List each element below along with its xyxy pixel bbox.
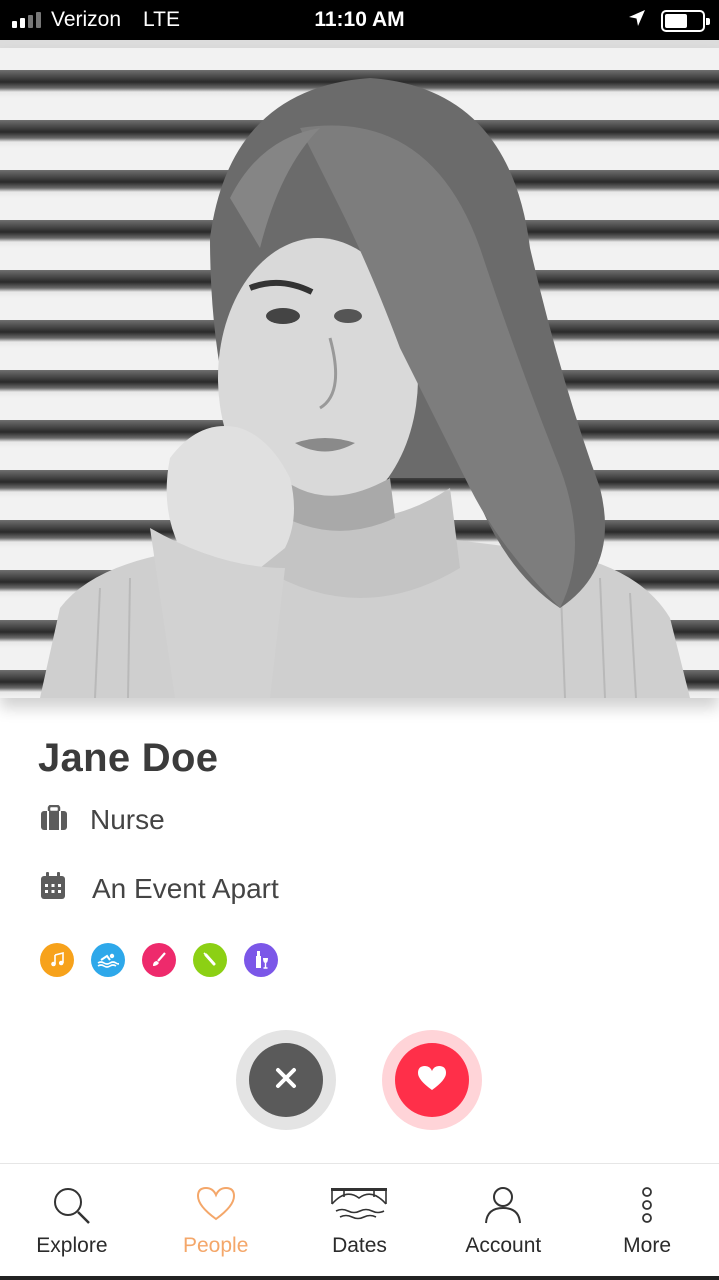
- battery-icon: [661, 10, 710, 32]
- card-top-gap: [0, 40, 719, 48]
- heart-outline-icon: [196, 1186, 236, 1227]
- status-bar: Verizon LTE 11:10 AM: [0, 0, 719, 40]
- tab-label: Account: [465, 1234, 542, 1257]
- tab-account[interactable]: Account: [431, 1164, 575, 1280]
- status-right: [627, 8, 710, 34]
- job-row: Nurse: [40, 804, 165, 836]
- tab-label: People: [183, 1234, 249, 1257]
- paintbrush-icon: [142, 943, 176, 977]
- pass-button[interactable]: [236, 1030, 336, 1130]
- profile-name: Jane Doe: [38, 736, 219, 780]
- home-indicator: [0, 1276, 719, 1280]
- tab-dates[interactable]: Dates: [288, 1164, 432, 1280]
- like-button[interactable]: [382, 1030, 482, 1130]
- portrait-illustration: [40, 78, 690, 698]
- bridge-icon: [330, 1186, 388, 1229]
- interest-icons: [40, 943, 278, 977]
- tab-label: Explore: [36, 1234, 108, 1257]
- swimming-icon: [91, 943, 125, 977]
- location-arrow-icon: [627, 8, 647, 34]
- event-row: An Event Apart: [40, 872, 279, 905]
- heart-icon: [417, 1065, 447, 1096]
- music-icon: [40, 943, 74, 977]
- tab-explore[interactable]: Explore: [0, 1164, 144, 1280]
- calendar-icon: [40, 872, 66, 905]
- baseball-bat-icon: [193, 943, 227, 977]
- tab-label: Dates: [332, 1234, 387, 1257]
- wine-icon: [244, 943, 278, 977]
- briefcase-icon: [40, 804, 68, 836]
- tab-people[interactable]: People: [144, 1164, 288, 1280]
- profile-photo[interactable]: [0, 48, 719, 698]
- status-time: 11:10 AM: [314, 8, 405, 31]
- tab-label: More: [623, 1234, 672, 1257]
- more-vertical-icon: [640, 1186, 654, 1229]
- event-name: An Event Apart: [92, 872, 279, 904]
- person-icon: [483, 1186, 523, 1229]
- job-title: Nurse: [90, 804, 165, 835]
- search-icon: [52, 1186, 92, 1231]
- tab-bar: Explore People Dates Account More: [0, 1163, 719, 1280]
- pass-button-inner: [249, 1043, 323, 1117]
- close-icon: [275, 1067, 297, 1094]
- like-button-inner: [395, 1043, 469, 1117]
- tab-more[interactable]: More: [575, 1164, 719, 1280]
